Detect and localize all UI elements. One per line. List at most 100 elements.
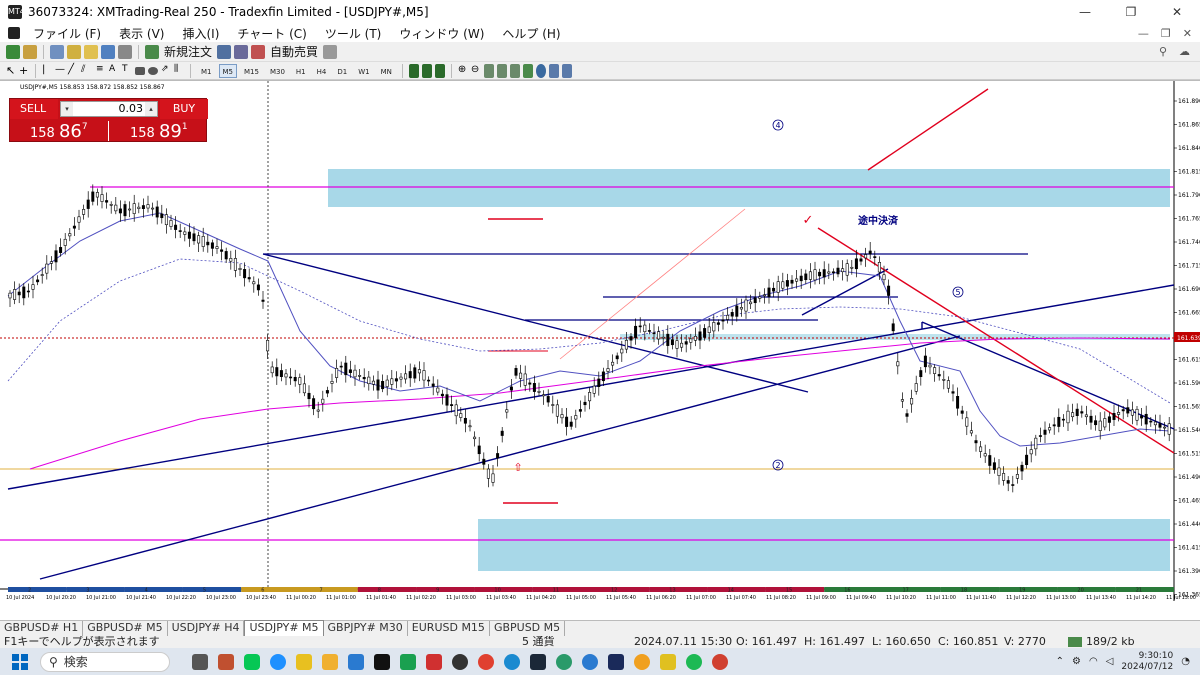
tab-gbpusd-m5[interactable]: GBPUSD# M5 bbox=[83, 621, 168, 636]
candlestick-icon[interactable] bbox=[421, 63, 432, 78]
navigator-icon[interactable] bbox=[67, 44, 81, 59]
app-red-icon[interactable] bbox=[426, 653, 442, 670]
edge-icon[interactable] bbox=[504, 653, 520, 670]
app-dark-icon[interactable] bbox=[452, 653, 468, 670]
chart-app-icon[interactable] bbox=[218, 653, 234, 670]
chevron-up-icon[interactable]: ⌃ bbox=[1056, 656, 1064, 667]
word-icon[interactable] bbox=[348, 653, 364, 670]
fib-fan-icon[interactable]: ⫼ bbox=[174, 64, 184, 78]
periods-icon[interactable] bbox=[535, 63, 546, 78]
lot-size-input[interactable]: 0.03 bbox=[60, 101, 158, 117]
zoom-out-icon[interactable]: ⊖ bbox=[471, 64, 481, 78]
clock[interactable]: 9:30:10 2024/07/12 bbox=[1121, 651, 1173, 673]
menu-help[interactable]: ヘルプ (H) bbox=[493, 25, 569, 42]
tab-usdjpy-h4[interactable]: USDJPY# H4 bbox=[168, 621, 245, 636]
notes-icon[interactable] bbox=[296, 653, 312, 670]
menu-view[interactable]: 表示 (V) bbox=[110, 25, 173, 42]
tab-gbpusd-h1[interactable]: GBPUSD# H1 bbox=[0, 621, 84, 636]
new-order-icon[interactable] bbox=[145, 44, 159, 59]
task-view-icon[interactable] bbox=[192, 653, 208, 670]
auto-trading-icon[interactable] bbox=[251, 44, 266, 59]
app-blue-icon[interactable] bbox=[582, 653, 598, 670]
wifi-icon[interactable]: ◠ bbox=[1089, 656, 1098, 667]
taskbar-search[interactable]: ⚲ 検索 bbox=[40, 651, 170, 672]
timeframe-mn[interactable]: MN bbox=[377, 64, 396, 78]
timeframe-m1[interactable]: M1 bbox=[197, 64, 216, 78]
menu-tools[interactable]: ツール (T) bbox=[316, 25, 391, 42]
price-chart[interactable]: 4 2 5 途中決済 ✓ ⇧ USDJPY#,M5 158.853 158.87… bbox=[0, 80, 1200, 601]
menu-insert[interactable]: 挿入(I) bbox=[173, 25, 228, 42]
app-teal-icon[interactable] bbox=[556, 653, 572, 670]
profiles-icon[interactable] bbox=[23, 44, 37, 59]
menu-chart[interactable]: チャート (C) bbox=[228, 25, 315, 42]
maximize-button[interactable]: ❐ bbox=[1108, 0, 1154, 24]
timeframe-h1[interactable]: H1 bbox=[292, 64, 310, 78]
timeframe-w1[interactable]: W1 bbox=[354, 64, 373, 78]
tile-windows-icon[interactable] bbox=[483, 63, 494, 78]
cursor-icon[interactable]: ↖ bbox=[6, 64, 16, 78]
mdi-restore-button[interactable]: ❐ bbox=[1161, 27, 1171, 40]
file-explorer-icon[interactable] bbox=[322, 653, 338, 670]
data-window-icon[interactable] bbox=[84, 44, 98, 59]
app-sun-icon[interactable] bbox=[634, 653, 650, 670]
crosshair-icon[interactable]: + bbox=[19, 64, 29, 78]
minimize-button[interactable]: — bbox=[1062, 0, 1108, 24]
app-green-icon[interactable] bbox=[400, 653, 416, 670]
search-icon[interactable]: ⚲ bbox=[1159, 45, 1167, 58]
steam-icon[interactable] bbox=[530, 653, 546, 670]
timeframe-m30[interactable]: M30 bbox=[266, 64, 289, 78]
xm-icon[interactable] bbox=[374, 653, 390, 670]
spotify-icon[interactable] bbox=[686, 653, 702, 670]
new-chart-icon[interactable] bbox=[6, 44, 20, 59]
label-icon[interactable]: T bbox=[122, 64, 132, 78]
menu-window[interactable]: ウィンドウ (W) bbox=[390, 25, 493, 42]
tab-eurusd-m15[interactable]: EURUSD M15 bbox=[408, 621, 490, 636]
buy-price[interactable]: 158 891 bbox=[130, 121, 188, 142]
tab-gbpusd-m5-2[interactable]: GBPUSD M5 bbox=[490, 621, 566, 636]
metaeditor-icon[interactable] bbox=[217, 44, 232, 59]
chrome-icon[interactable] bbox=[478, 653, 494, 670]
channel-icon[interactable]: ⫽ bbox=[81, 64, 93, 78]
new-order-button[interactable]: 新規注文 bbox=[162, 43, 214, 60]
sell-button[interactable]: SELL bbox=[10, 99, 58, 119]
mdi-minimize-button[interactable]: — bbox=[1138, 27, 1149, 40]
vertical-line-icon[interactable]: | bbox=[42, 64, 52, 78]
timeframe-m5[interactable]: M5 bbox=[218, 63, 237, 78]
close-button[interactable]: ✕ bbox=[1154, 0, 1200, 24]
indicators-icon[interactable] bbox=[522, 63, 533, 78]
rectangle-icon[interactable] bbox=[135, 66, 145, 75]
templates-icon[interactable] bbox=[548, 63, 559, 78]
settings-icon[interactable]: ⚙ bbox=[1072, 656, 1081, 667]
skype-icon[interactable] bbox=[270, 653, 286, 670]
lot-down-arrow[interactable]: ▾ bbox=[61, 102, 73, 116]
timeframe-d1[interactable]: D1 bbox=[333, 64, 351, 78]
horizontal-line-icon[interactable]: — bbox=[55, 64, 65, 78]
chart-canvas[interactable]: 4 2 5 途中決済 ✓ ⇧ USDJPY#,M5 158.853 158.87… bbox=[0, 81, 1200, 601]
buy-button[interactable]: BUY bbox=[160, 99, 208, 119]
chrome-profile-icon[interactable] bbox=[712, 653, 728, 670]
print-icon[interactable] bbox=[323, 44, 338, 59]
timeframe-m15[interactable]: M15 bbox=[240, 64, 263, 78]
tester-icon[interactable] bbox=[118, 44, 132, 59]
app-bolt-icon[interactable] bbox=[608, 653, 624, 670]
tab-usdjpy-m5[interactable]: USDJPY# M5 bbox=[244, 620, 324, 636]
arrows-icon[interactable]: ⇗ bbox=[161, 64, 171, 78]
bar-chart-icon[interactable] bbox=[408, 63, 419, 78]
line-app-icon[interactable] bbox=[244, 653, 260, 670]
fibonacci-icon[interactable]: ≡ bbox=[96, 64, 106, 78]
notification-bell-icon[interactable]: ◔ bbox=[1181, 656, 1190, 667]
templates-icon[interactable] bbox=[561, 63, 572, 78]
timeframe-h4[interactable]: H4 bbox=[313, 64, 331, 78]
line-chart-icon[interactable] bbox=[434, 63, 445, 78]
menu-file[interactable]: ファイル (F) bbox=[24, 25, 110, 42]
autoscroll-icon[interactable] bbox=[496, 63, 507, 78]
signals-icon[interactable] bbox=[234, 44, 249, 59]
market-watch-icon[interactable] bbox=[50, 44, 64, 59]
cloud-icon[interactable]: ☁ bbox=[1179, 45, 1190, 58]
mdi-close-button[interactable]: ✕ bbox=[1183, 27, 1192, 40]
sell-price[interactable]: 158 867 bbox=[30, 121, 88, 142]
windows-start-icon[interactable] bbox=[12, 653, 28, 670]
ellipse-icon[interactable] bbox=[148, 66, 158, 75]
auto-trading-button[interactable]: 自動売買 bbox=[268, 43, 320, 60]
chart-shift-icon[interactable] bbox=[509, 63, 520, 78]
